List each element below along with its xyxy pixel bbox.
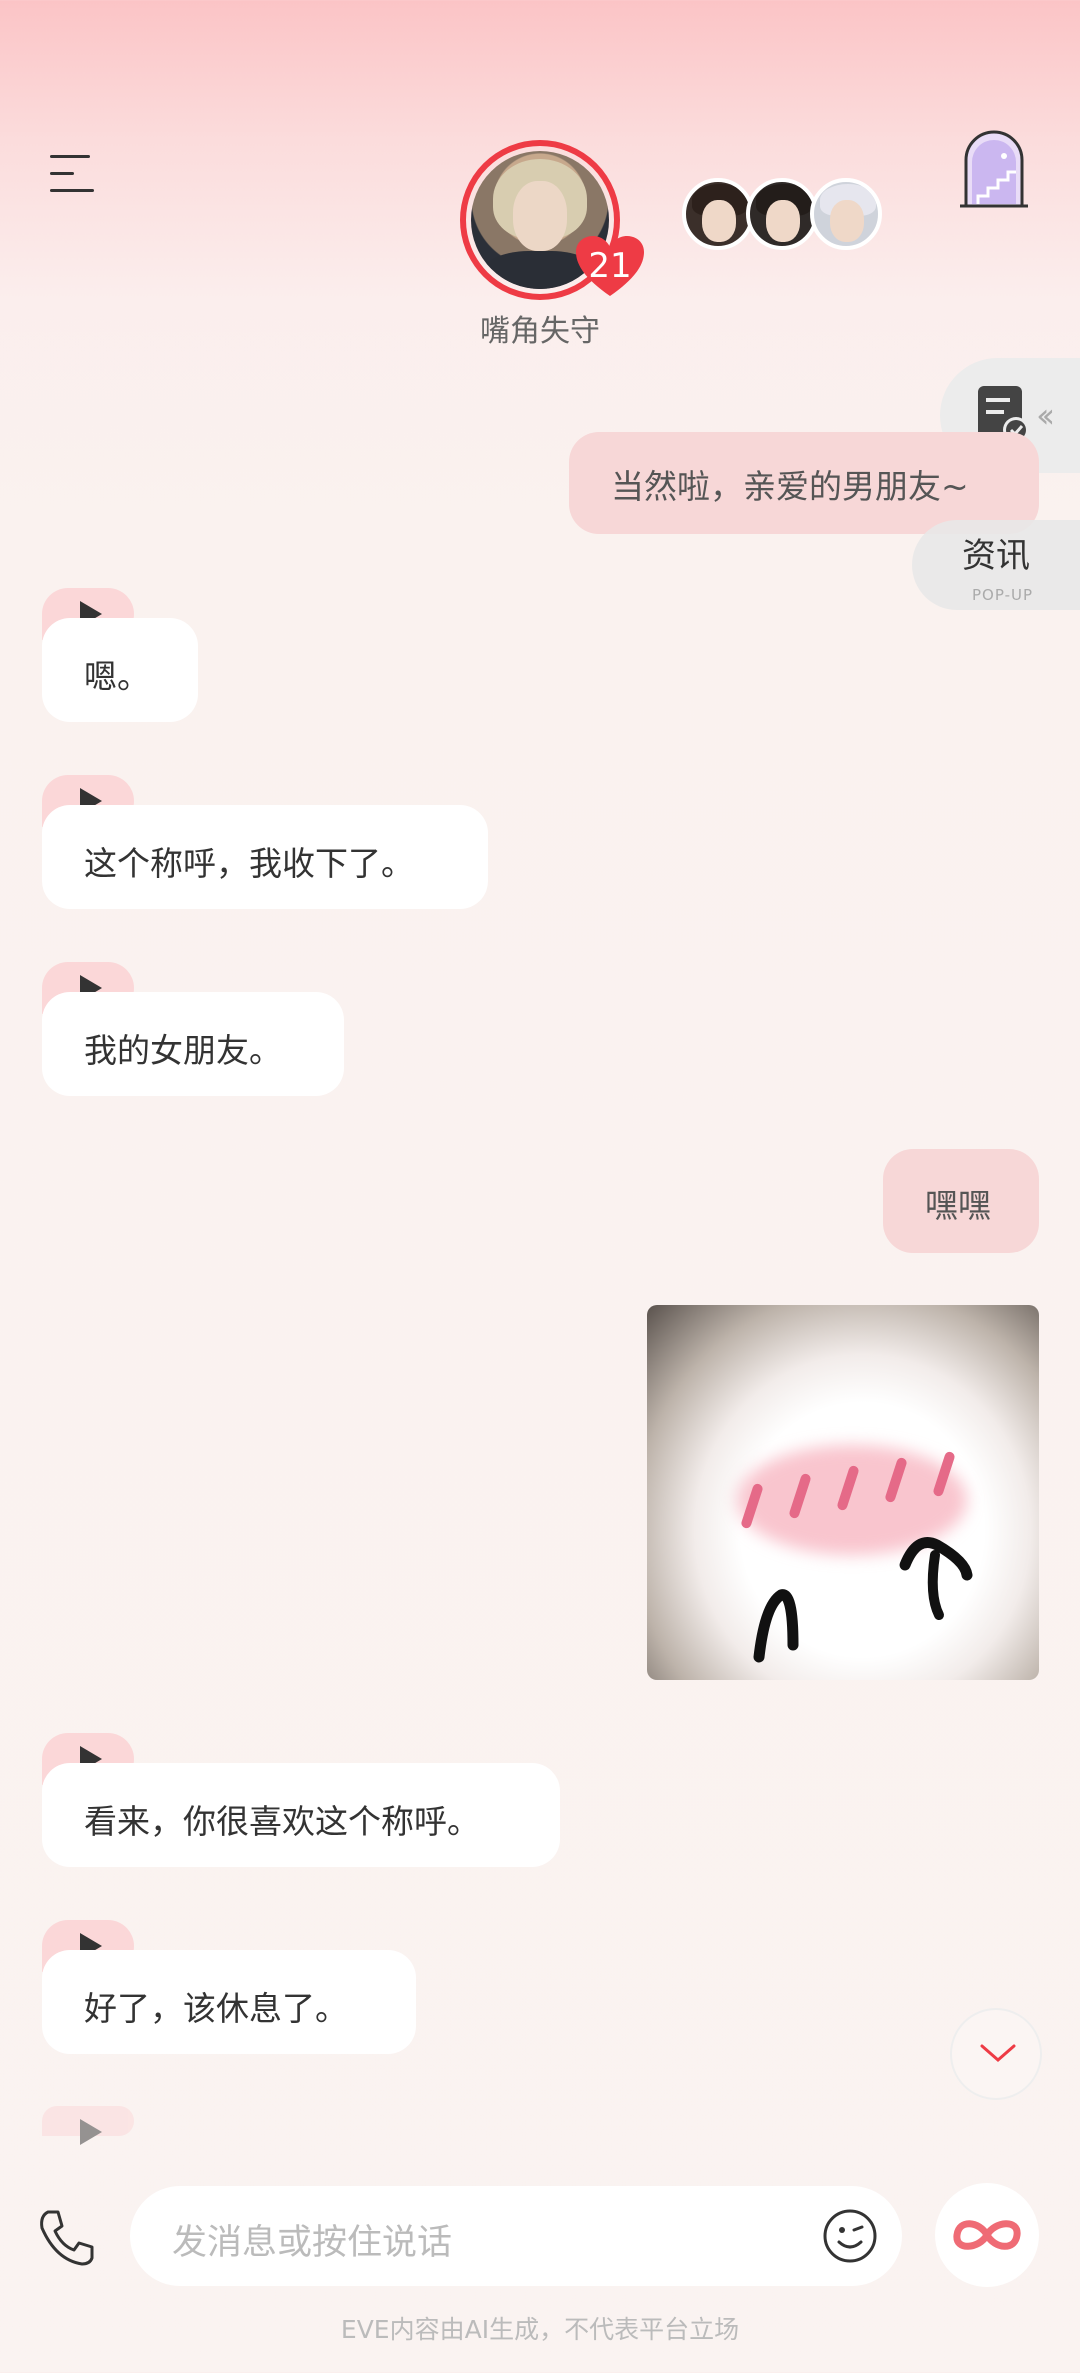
sticker-image[interactable] — [647, 1305, 1039, 1680]
message-input[interactable]: 发消息或按住说话 — [130, 2186, 902, 2286]
input-placeholder: 发消息或按住说话 — [172, 2223, 453, 2263]
infinity-icon — [953, 2220, 1021, 2250]
character-name[interactable]: 嘴角失守 — [440, 306, 640, 350]
chevron-down-icon — [980, 2044, 1016, 2062]
heart-badge: 21 — [574, 234, 646, 298]
scroll-down-button[interactable] — [950, 2008, 1042, 2100]
message-user-1[interactable]: 当然啦，亲爱的男朋友~ — [569, 432, 1039, 534]
ai-infinity-button[interactable] — [935, 2183, 1039, 2287]
message-bot-1[interactable]: 嗯。 — [42, 618, 198, 722]
voice-play-button-partial[interactable] — [42, 2106, 134, 2145]
affection-count: 21 — [588, 246, 632, 286]
popup-news-tab[interactable]: 资讯 POP-UP — [912, 520, 1080, 610]
message-user-2[interactable]: 嘿嘿 — [883, 1149, 1039, 1253]
avatar-secondary-2[interactable] — [746, 178, 818, 250]
message-bot-3[interactable]: 我的女朋友。 — [42, 992, 344, 1096]
door-icon[interactable] — [958, 130, 1030, 210]
chevron-left-icon: ‹‹ — [1036, 396, 1055, 436]
emoji-icon[interactable] — [822, 2208, 878, 2264]
message-bot-4[interactable]: 看来，你很喜欢这个称呼。 — [42, 1763, 560, 1867]
avatar-secondary-3[interactable] — [810, 178, 882, 250]
phone-icon[interactable] — [34, 2206, 98, 2270]
message-bot-2[interactable]: 这个称呼，我收下了。 — [42, 805, 488, 909]
message-bot-5[interactable]: 好了，该休息了。 — [42, 1950, 416, 2054]
avatar-secondary-1[interactable] — [682, 178, 754, 250]
ai-disclaimer: EVE内容由AI生成，不代表平台立场 — [340, 2315, 740, 2344]
menu-icon[interactable] — [50, 155, 100, 195]
